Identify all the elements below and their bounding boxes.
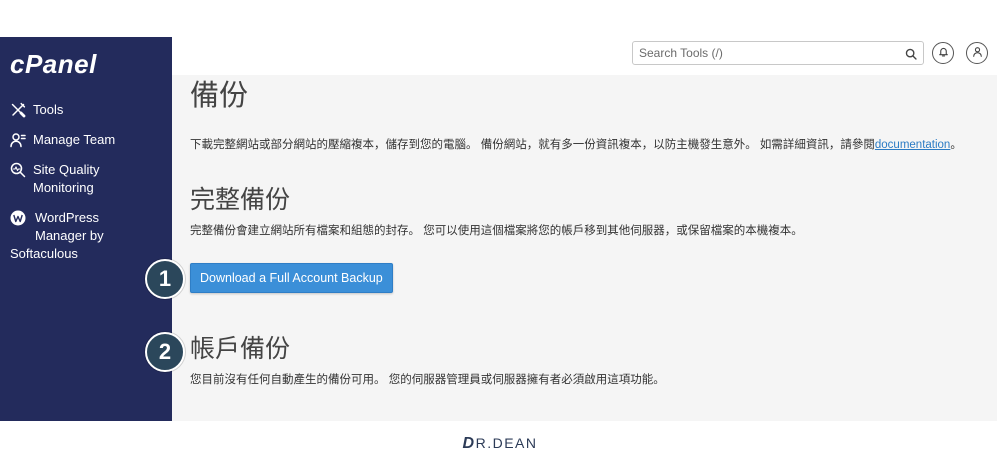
account-backup-heading: 帳戶備份 <box>190 335 291 363</box>
sidebar-item-label: Site Quality Monitoring <box>33 162 100 195</box>
main-content: 備份 下載完整網站或部分網站的壓縮複本，儲存到您的電腦。 備份網站，就有多一份資… <box>172 75 997 421</box>
documentation-link[interactable]: documentation <box>875 139 950 151</box>
dr-dean-logo-mark: D <box>462 435 476 452</box>
annotation-badge-2: 2 <box>145 332 185 372</box>
intro-body: 下載完整網站或部分網站的壓縮複本，儲存到您的電腦。 備份網站，就有多一份資訊複本… <box>190 139 875 151</box>
user-icon <box>972 44 983 62</box>
cpanel-backup-page: cPanel Tools Manage Team Site Quality Mo… <box>0 0 1000 469</box>
sidebar-item-label: Manage Team <box>33 132 116 147</box>
user-menu-button[interactable] <box>966 42 988 64</box>
tools-icon <box>10 101 26 119</box>
full-backup-heading: 完整備份 <box>190 186 291 214</box>
cpanel-logo[interactable]: cPanel <box>10 49 97 79</box>
download-full-backup-button[interactable]: Download a Full Account Backup <box>190 263 393 293</box>
sidebar-item-site-quality-monitoring[interactable]: Site Quality Monitoring <box>10 161 133 197</box>
search-input[interactable] <box>633 42 901 64</box>
sidebar-item-manage-team[interactable]: Manage Team <box>10 131 133 149</box>
page-title: 備份 <box>190 80 249 112</box>
sidebar: cPanel Tools Manage Team Site Quality Mo… <box>0 37 172 421</box>
notifications-button[interactable] <box>932 42 954 64</box>
top-header <box>172 37 997 75</box>
manage-team-icon <box>10 131 26 149</box>
full-backup-description: 完整備份會建立網站所有檔案和組態的封存。 您可以使用這個檔案將您的帳戶移到其他伺… <box>190 225 803 237</box>
bell-icon <box>938 44 949 62</box>
annotation-badge-1: 1 <box>145 259 185 299</box>
site-quality-icon <box>10 161 26 179</box>
sidebar-item-wordpress-manager[interactable]: WordPress Manager by Softaculous <box>10 209 130 263</box>
dr-dean-logo: DR.DEAN <box>0 433 1000 454</box>
intro-text: 下載完整網站或部分網站的壓縮複本，儲存到您的電腦。 備份網站，就有多一份資訊複本… <box>190 137 990 153</box>
search-icon <box>905 47 917 60</box>
search-box <box>632 41 924 65</box>
sidebar-item-tools[interactable]: Tools <box>10 101 133 119</box>
sidebar-nav: Tools Manage Team Site Quality Monitorin… <box>10 101 133 275</box>
dr-dean-logo-text: R.DEAN <box>475 435 538 451</box>
sidebar-item-label: Tools <box>33 102 64 117</box>
wordpress-icon <box>10 209 26 239</box>
account-backup-description: 您目前沒有任何自動產生的備份可用。 您的伺服器管理員或伺服器擁有者必須啟用這項功… <box>190 374 665 386</box>
intro-end: 。 <box>950 139 962 151</box>
